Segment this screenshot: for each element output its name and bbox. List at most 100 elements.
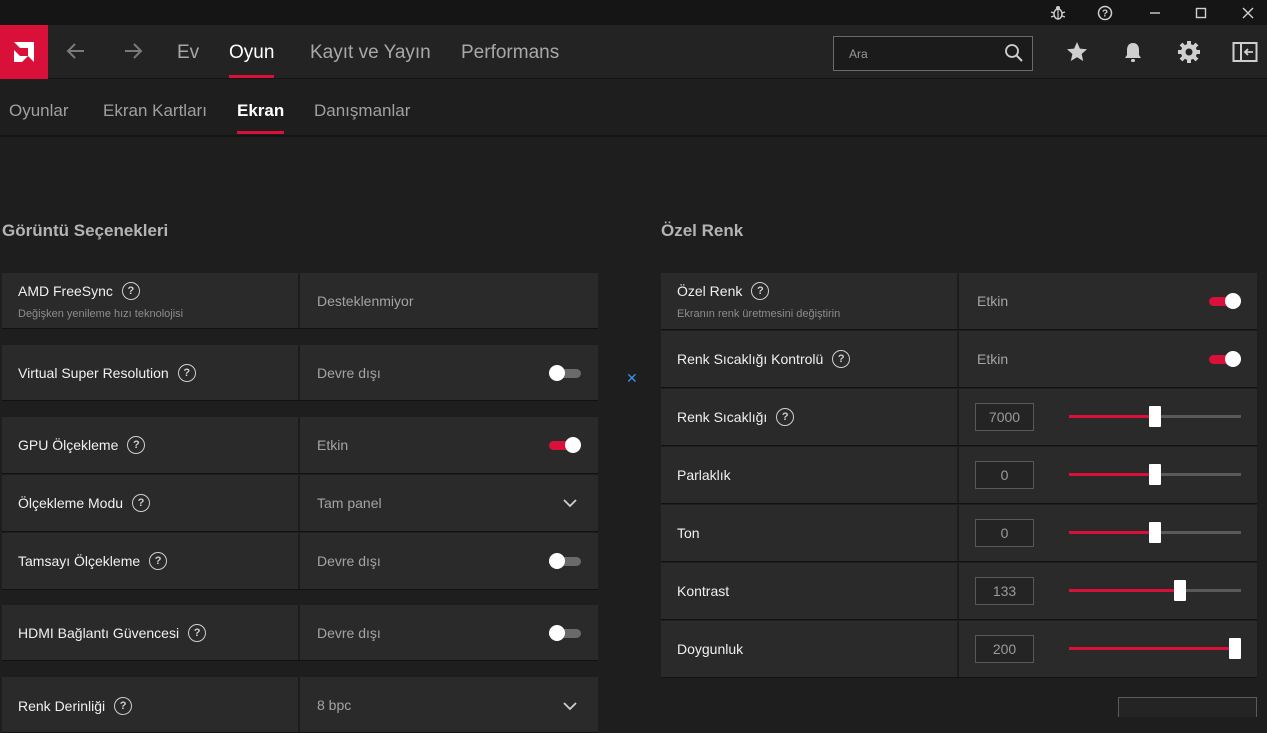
- freesync-row: AMD FreeSync? Değişken yenileme hızı tek…: [2, 273, 598, 329]
- help-icon[interactable]: ?: [776, 408, 795, 426]
- brightness-row: Parlaklık 0: [661, 447, 1257, 504]
- integer-scaling-label-cell: Tamsayı Ölçekleme?: [2, 533, 300, 589]
- color-temp-control-value: Etkin: [977, 351, 1009, 367]
- tab-ekran-kartlari[interactable]: Ekran Kartları: [103, 101, 207, 121]
- color-temp-slider[interactable]: [1069, 406, 1241, 427]
- minimize-icon[interactable]: [1132, 0, 1178, 25]
- hue-label-cell: Ton: [661, 505, 959, 561]
- color-temp-control-toggle[interactable]: [1209, 351, 1241, 367]
- close-marker-icon[interactable]: ✕: [626, 370, 638, 387]
- help-icon[interactable]: ?: [149, 552, 168, 570]
- gpu-scaling-label-cell: GPU Ölçekleme?: [2, 417, 300, 473]
- hue-slider[interactable]: [1069, 522, 1241, 543]
- help-icon[interactable]: ?: [114, 697, 133, 715]
- panel-toggle-icon[interactable]: [1231, 38, 1259, 66]
- custom-color-value: Etkin: [977, 293, 1009, 309]
- tab-oyunlar[interactable]: Oyunlar: [9, 101, 69, 121]
- freesync-label: AMD FreeSync: [18, 282, 113, 299]
- tab-danismanlar[interactable]: Danışmanlar: [314, 101, 410, 121]
- search-icon[interactable]: [1004, 43, 1024, 63]
- custom-color-row: Özel Renk? Ekranın renk üretmesini değiş…: [661, 273, 1257, 330]
- hdmi-link-row: HDMI Bağlantı Güvencesi? Devre dışı: [2, 605, 598, 661]
- help-icon[interactable]: ?: [751, 282, 770, 300]
- chevron-down-icon[interactable]: [563, 498, 577, 508]
- color-temp-control-label: Renk Sıcaklığı Kontrolü: [677, 351, 824, 367]
- integer-scaling-value: Devre dışı: [317, 553, 381, 569]
- brightness-label: Parlaklık: [677, 467, 731, 483]
- color-temp-label: Renk Sıcaklığı: [677, 409, 768, 425]
- search-box: [833, 36, 1033, 71]
- slider-thumb[interactable]: [1149, 406, 1161, 427]
- star-icon[interactable]: [1063, 38, 1091, 66]
- custom-color-label: Özel Renk: [677, 283, 743, 299]
- sub-nav: Oyunlar Ekran Kartları Ekran Danışmanlar: [0, 80, 1267, 137]
- color-depth-value[interactable]: 8 bpc: [317, 677, 351, 732]
- svg-text:?: ?: [1102, 8, 1108, 19]
- search-input[interactable]: [834, 37, 999, 70]
- chevron-down-icon[interactable]: [563, 701, 577, 711]
- help-icon[interactable]: ?: [177, 363, 196, 382]
- slider-thumb[interactable]: [1149, 464, 1161, 485]
- hue-input[interactable]: 0: [975, 519, 1034, 547]
- bottom-button[interactable]: [1118, 697, 1257, 717]
- help-icon[interactable]: ?: [121, 281, 140, 300]
- gear-icon[interactable]: [1175, 38, 1203, 66]
- color-temp-input[interactable]: 7000: [975, 403, 1034, 431]
- integer-scaling-toggle[interactable]: [549, 553, 581, 569]
- slider-thumb[interactable]: [1174, 580, 1186, 601]
- gpu-scaling-row: GPU Ölçekleme? Etkin: [2, 417, 598, 474]
- hdmi-link-value: Devre dışı: [317, 624, 381, 641]
- help-icon[interactable]: ?: [832, 350, 851, 368]
- vsr-label: Virtual Super Resolution: [18, 364, 169, 381]
- slider-thumb[interactable]: [1229, 638, 1241, 659]
- scaling-mode-row: Ölçekleme Modu? Tam panel: [2, 475, 598, 532]
- contrast-label: Kontrast: [677, 583, 730, 599]
- saturation-label: Doygunluk: [677, 641, 744, 657]
- hue-row: Ton 0: [661, 505, 1257, 562]
- scaling-mode-label: Ölçekleme Modu: [18, 495, 124, 511]
- freesync-sublabel: Değişken yenileme hızı teknolojisi: [18, 307, 184, 320]
- help-icon[interactable]: ?: [132, 494, 151, 512]
- tab-ekran[interactable]: Ekran: [237, 101, 285, 134]
- back-arrow-icon[interactable]: [64, 39, 88, 63]
- bug-report-icon[interactable]: [1035, 0, 1081, 25]
- custom-color-toggle[interactable]: [1209, 293, 1241, 309]
- custom-color-sublabel: Ekranın renk üretmesini değiştirin: [677, 308, 841, 320]
- color-depth-label: Renk Derinliği: [18, 698, 106, 714]
- hue-label: Ton: [677, 525, 700, 541]
- hdmi-link-toggle[interactable]: [549, 625, 581, 641]
- contrast-input[interactable]: 133: [975, 577, 1034, 605]
- gpu-scaling-label: GPU Ölçekleme: [18, 437, 119, 453]
- bell-icon[interactable]: [1119, 38, 1147, 66]
- help-icon[interactable]: ?: [188, 623, 207, 642]
- title-bar: ?: [0, 0, 1267, 25]
- saturation-label-cell: Doygunluk: [661, 621, 959, 677]
- scaling-mode-value[interactable]: Tam panel: [317, 475, 382, 531]
- tab-performans[interactable]: Performans: [461, 42, 559, 64]
- close-icon[interactable]: [1225, 0, 1267, 25]
- tab-kayit-ve-yayin[interactable]: Kayıt ve Yayın: [310, 42, 431, 64]
- help-icon[interactable]: ?: [1082, 0, 1128, 25]
- help-icon[interactable]: ?: [127, 436, 146, 454]
- contrast-slider[interactable]: [1069, 580, 1241, 601]
- vsr-toggle[interactable]: [549, 365, 581, 381]
- maximize-icon[interactable]: [1178, 0, 1224, 25]
- color-temp-control-row: Renk Sıcaklığı Kontrolü? Etkin: [661, 331, 1257, 388]
- slider-thumb[interactable]: [1149, 522, 1161, 543]
- hdmi-link-label-cell: HDMI Bağlantı Güvencesi?: [2, 605, 300, 660]
- gpu-scaling-toggle[interactable]: [549, 437, 581, 453]
- brightness-slider[interactable]: [1069, 464, 1241, 485]
- brightness-input[interactable]: 0: [975, 461, 1034, 489]
- saturation-input[interactable]: 200: [975, 635, 1034, 663]
- amd-logo[interactable]: [0, 25, 48, 79]
- color-depth-label-cell: Renk Derinliği?: [2, 677, 300, 732]
- contrast-row: Kontrast 133: [661, 563, 1257, 620]
- color-temp-control-label-cell: Renk Sıcaklığı Kontrolü?: [661, 331, 959, 387]
- custom-color-label-cell: Özel Renk? Ekranın renk üretmesini değiş…: [661, 273, 959, 329]
- saturation-slider[interactable]: [1069, 638, 1241, 659]
- tab-oyun[interactable]: Oyun: [229, 42, 275, 78]
- tab-ev[interactable]: Ev: [177, 42, 199, 64]
- main-nav: Ev Oyun Kayıt ve Yayın Performans: [0, 25, 1267, 79]
- forward-arrow-icon[interactable]: [121, 39, 145, 63]
- display-options-title: Görüntü Seçenekleri: [2, 221, 169, 240]
